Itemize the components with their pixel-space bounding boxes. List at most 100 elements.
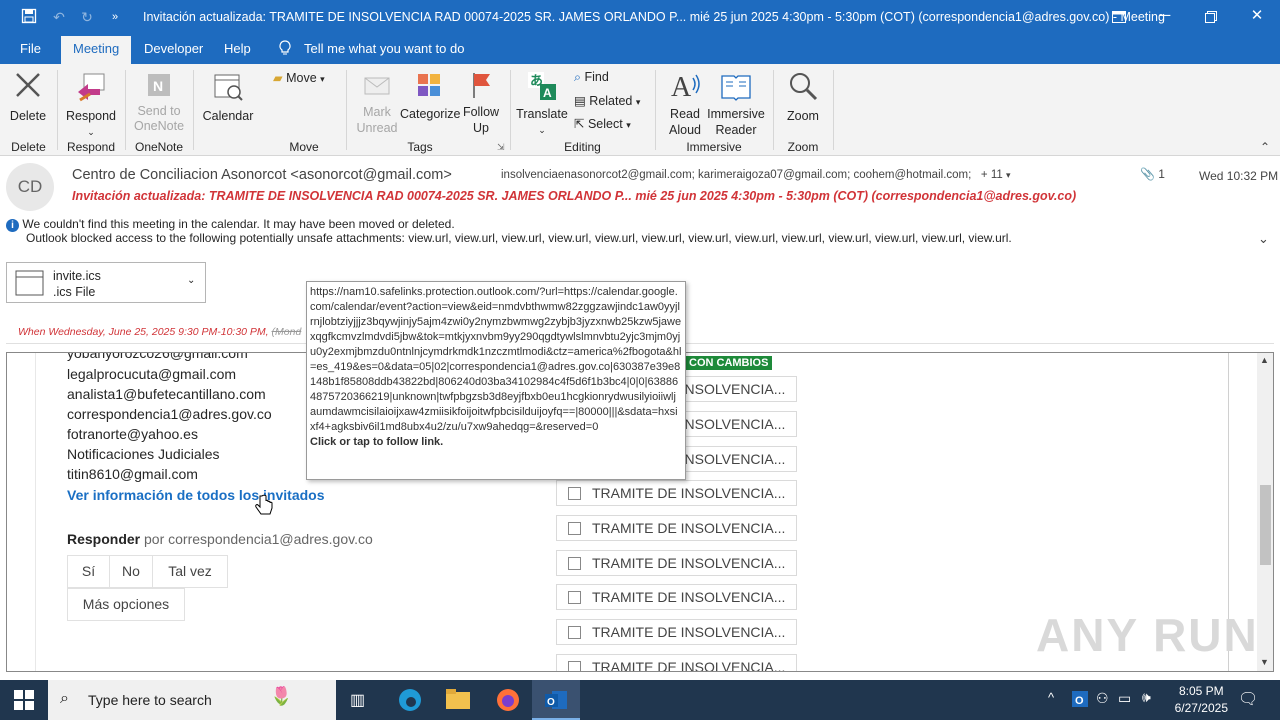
meeting-when-text: When Wednesday, June 25, 2025 9:30 PM-10… <box>18 326 269 338</box>
translate-button[interactable]: あA Translate ⌄ <box>516 70 568 138</box>
attachment-invite-ics[interactable]: invite.ics .ics File ⌄ <box>6 262 206 303</box>
immersive-reader-label: Immersive Reader <box>707 107 765 137</box>
checkbox[interactable] <box>568 487 581 500</box>
save-icon[interactable] <box>20 8 38 26</box>
cursor-select-icon: ⇱ <box>574 117 585 131</box>
checkbox[interactable] <box>568 661 581 671</box>
find-button[interactable]: ⌕ Find <box>574 70 609 85</box>
view-all-guests-link[interactable]: Ver información de todos los invitados <box>67 487 325 503</box>
close-button[interactable]: ✕ <box>1234 0 1280 34</box>
meeting-when-old: (Mond <box>271 326 302 338</box>
tab-meeting[interactable]: Meeting <box>61 34 132 64</box>
respond-heading: Responder <box>67 531 141 547</box>
device-icon[interactable]: ⚇ <box>1096 690 1109 707</box>
read-aloud-label: Read Aloud <box>669 107 701 137</box>
checkbox[interactable] <box>568 557 581 570</box>
zoom-button[interactable]: Zoom <box>780 70 826 124</box>
related-button[interactable]: ▤ Related ▾ <box>574 93 640 108</box>
select-button[interactable]: ⇱ Select ▾ <box>574 116 631 131</box>
rsvp-no-button[interactable]: No <box>109 555 153 588</box>
read-aloud-button[interactable]: A Read Aloud <box>662 70 708 138</box>
ribbon-display-icon[interactable] <box>1096 0 1142 34</box>
delete-button[interactable]: Delete <box>6 70 50 124</box>
checkbox[interactable] <box>568 522 581 535</box>
envelope-icon <box>364 77 390 95</box>
group-zoom-label: Zoom <box>787 140 819 154</box>
info-message-2: Outlook blocked access to the following … <box>26 231 1012 245</box>
edge-icon[interactable] <box>398 688 422 715</box>
event-item[interactable]: TRAMITE DE INSOLVENCIA... <box>556 550 797 576</box>
tab-file[interactable]: File <box>8 34 53 64</box>
checkbox[interactable] <box>568 591 581 604</box>
network-icon[interactable]: ▭ <box>1118 690 1131 707</box>
tab-help[interactable]: Help <box>212 34 263 64</box>
minimize-button[interactable]: ─ <box>1142 0 1188 34</box>
flowers-icon: 🌷 <box>270 686 293 706</box>
checkbox[interactable] <box>568 626 581 639</box>
customize-qat-icon[interactable]: » <box>106 8 124 26</box>
volume-icon[interactable]: 🕪 <box>1142 689 1151 706</box>
rsvp-yes-button[interactable]: Sí <box>67 555 110 588</box>
tab-developer[interactable]: Developer <box>132 34 215 64</box>
group-divider <box>655 70 656 150</box>
chevron-down-icon: ⌄ <box>87 127 95 137</box>
svg-text:A: A <box>543 86 552 100</box>
notifications-icon[interactable]: 🗨 <box>1238 689 1258 709</box>
file-explorer-icon[interactable] <box>446 689 470 712</box>
attachment-indicator: 📎 1 <box>1140 167 1165 181</box>
event-item[interactable]: TRAMITE DE INSOLVENCIA... <box>556 584 797 610</box>
maximize-button[interactable] <box>1188 0 1234 34</box>
group-editing-label: Editing <box>564 140 601 154</box>
event-item[interactable]: TRAMITE DE INSOLVENCIA... <box>556 480 797 506</box>
rsvp-maybe-button[interactable]: Tal vez <box>152 555 228 588</box>
group-divider <box>833 70 834 150</box>
sender[interactable]: Centro de Conciliacion Asonorcot <asonor… <box>72 167 452 183</box>
windows-start-icon[interactable] <box>14 690 34 713</box>
firefox-icon[interactable] <box>496 688 520 715</box>
event-item[interactable]: TRAMITE DE INSOLVENCIA... <box>556 515 797 541</box>
more-options-button[interactable]: Más opciones <box>67 588 185 621</box>
follow-up-button[interactable]: Follow Up <box>460 70 502 136</box>
vertical-scrollbar[interactable]: ▲ ▼ <box>1257 353 1273 671</box>
categorize-button[interactable]: Categorize <box>400 70 461 122</box>
send-to-onenote-label: Send to OneNote <box>133 104 185 133</box>
scroll-up-icon[interactable]: ▲ <box>1260 355 1269 365</box>
calendar-button[interactable]: Calendar <box>200 70 256 124</box>
task-view-icon[interactable]: ▥ <box>350 690 365 710</box>
respond-by: por correspondencia1@adres.gov.co <box>144 531 373 547</box>
move-button[interactable]: ▰ Move ▾ <box>273 70 325 85</box>
tray-overflow-icon[interactable]: ^ <box>1048 690 1054 705</box>
chevron-down-icon[interactable]: ⌄ <box>187 275 195 286</box>
send-to-onenote-button[interactable]: N Send to OneNote <box>128 70 190 134</box>
respond-button[interactable]: Respond ⌄ <box>63 70 119 140</box>
svg-text:A: A <box>671 72 692 102</box>
event-item-label: TRAMITE DE INSOLVENCIA... <box>592 485 786 501</box>
event-item-label: TRAMITE DE INSOLVENCIA... <box>592 555 786 571</box>
categorize-label: Categorize <box>400 107 461 121</box>
more-recipients[interactable]: + 11 <box>981 169 1003 181</box>
tell-me-search[interactable]: Tell me what you want to do <box>292 34 476 64</box>
event-item[interactable]: TRAMITE DE INSOLVENCIA... <box>556 619 797 645</box>
event-item[interactable]: TRAMITE DE INSOLVENCIA... <box>556 654 797 672</box>
ribbon: Delete Delete Respond ⌄ Respond N Send t… <box>0 64 1280 156</box>
outlook-tray-icon[interactable]: O <box>1072 691 1088 710</box>
recipients[interactable]: insolvenciaenasonorcot2@gmail.com; karim… <box>501 169 1011 181</box>
taskbar-clock[interactable]: 8:05 PM 6/27/2025 <box>1175 683 1228 717</box>
scroll-down-icon[interactable]: ▼ <box>1260 657 1269 667</box>
title-bar: ↶ ↻ » Invitación actualizada: TRAMITE DE… <box>0 0 1280 34</box>
outlook-taskbar-button[interactable]: O <box>532 680 580 720</box>
taskbar-search[interactable]: ⌕ Type here to search 🌷 <box>48 680 336 720</box>
immersive-reader-icon <box>721 75 751 101</box>
group-divider <box>773 70 774 150</box>
scroll-thumb[interactable] <box>1260 485 1271 565</box>
immersive-reader-button[interactable]: Immersive Reader <box>706 70 766 138</box>
mark-unread-button[interactable]: Mark Unread <box>352 70 402 136</box>
chevron-down-icon[interactable]: ⌄ <box>1258 231 1269 247</box>
undo-icon[interactable]: ↶ <box>50 8 68 26</box>
dialog-launcher-icon[interactable]: ⇲ <box>497 142 505 153</box>
redo-icon[interactable]: ↻ <box>78 8 96 26</box>
calendar-icon <box>214 74 243 101</box>
respond-icon <box>78 73 105 102</box>
collapse-ribbon-icon[interactable]: ⌃ <box>1260 140 1270 154</box>
event-item-label: TRAMITE DE INSOLVENCIA... <box>592 659 786 672</box>
